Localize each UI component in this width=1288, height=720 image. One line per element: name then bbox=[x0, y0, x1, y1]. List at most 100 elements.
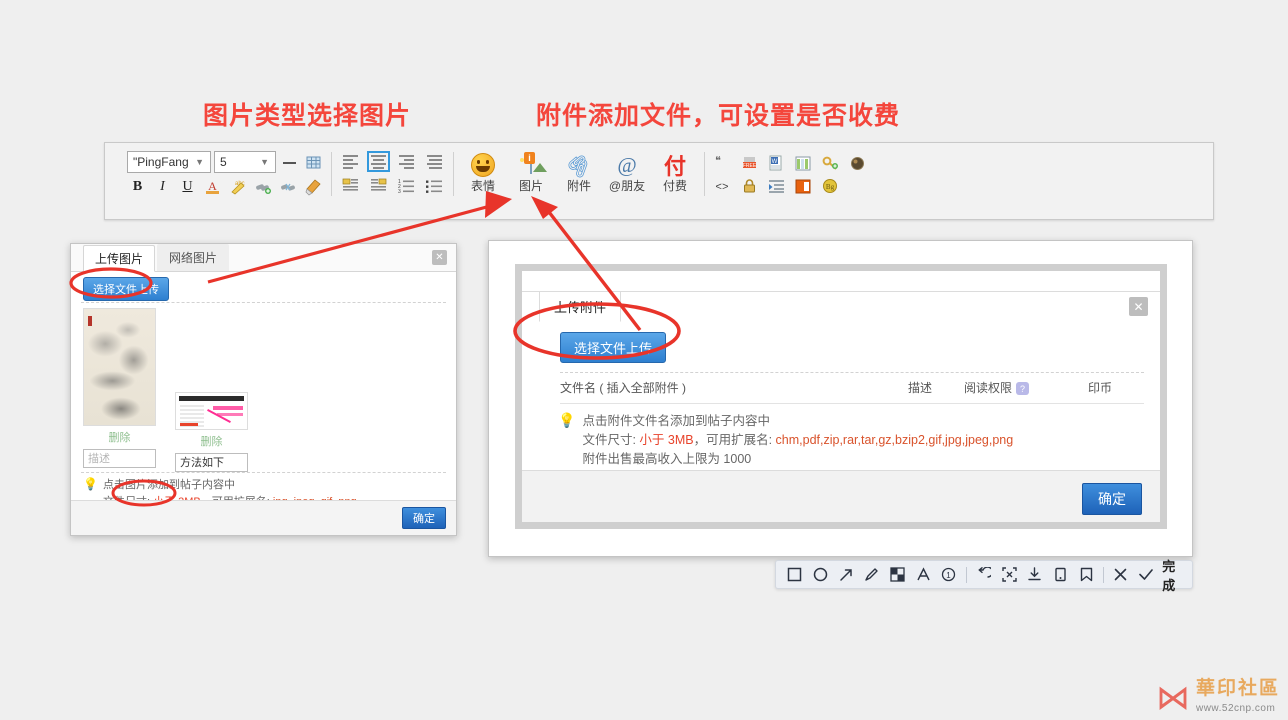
delete-link[interactable]: 删除 bbox=[83, 429, 156, 445]
watermark: ⋈ 華印社區 www.52cnp.com bbox=[1156, 679, 1280, 716]
unlink-icon[interactable] bbox=[277, 176, 298, 197]
close-icon[interactable]: ✕ bbox=[1129, 297, 1148, 316]
lock-icon[interactable] bbox=[739, 176, 759, 196]
image-left-icon[interactable] bbox=[339, 175, 362, 196]
hint-title: 点击图片添加到帖子内容中 bbox=[102, 479, 235, 491]
toolbar-button-image[interactable]: i 图片 bbox=[509, 152, 553, 194]
toolbar-button-mention[interactable]: @ @朋友 bbox=[605, 152, 649, 194]
free-stamp-icon[interactable]: FREE bbox=[739, 153, 759, 173]
hint-income-cap: 附件出售最高收入上限为 1000 bbox=[582, 452, 752, 466]
annotation-heading-right: 附件添加文件，可设置是否收费 bbox=[536, 102, 901, 130]
spellcheck-icon[interactable]: abc bbox=[227, 176, 248, 197]
pen-tool[interactable] bbox=[859, 561, 885, 588]
logo-icon: ⋈ bbox=[1155, 677, 1190, 718]
undo-tool[interactable] bbox=[971, 561, 997, 588]
screenshot-thumb[interactable] bbox=[175, 392, 248, 430]
confirm-button[interactable]: 确定 bbox=[402, 507, 446, 529]
table-icon[interactable] bbox=[303, 152, 324, 173]
cancel-tool[interactable] bbox=[1108, 561, 1134, 588]
underline-icon[interactable]: U bbox=[177, 176, 198, 197]
select-file-upload-button[interactable]: 选择文件上传 bbox=[560, 332, 667, 363]
select-file-upload-button[interactable]: 选择文件上传 bbox=[83, 277, 169, 301]
confirm-button[interactable]: 确定 bbox=[1082, 483, 1142, 515]
picture-badge: i bbox=[524, 152, 535, 164]
toolbar-group-align: 1 2 3 bbox=[339, 151, 446, 196]
toolbar-divider bbox=[331, 152, 332, 196]
ink-painting-thumb[interactable] bbox=[83, 308, 156, 426]
numbering-tool[interactable]: 1 bbox=[936, 561, 962, 588]
code-icon[interactable]: <> bbox=[712, 176, 732, 196]
hint-size-value: 小于 3MB bbox=[639, 433, 694, 447]
tab-upload-image[interactable]: 上传图片 bbox=[83, 245, 156, 272]
align-center-icon[interactable] bbox=[367, 151, 390, 172]
image-right-icon[interactable] bbox=[367, 175, 390, 196]
description-input[interactable]: 描述 bbox=[83, 449, 156, 468]
picture-icon: i bbox=[520, 152, 547, 174]
hint-mid: ，可用扩展名: bbox=[693, 433, 776, 447]
toolbar-group-extra: ❝ FREE W <> Bg bbox=[712, 151, 867, 196]
bookmark-tool[interactable] bbox=[1073, 561, 1099, 588]
link-icon[interactable] bbox=[252, 176, 273, 197]
thumbnail-item[interactable]: 删除 方法如下 bbox=[175, 392, 248, 472]
tab-upload-attachment[interactable]: 上传附件 bbox=[539, 291, 622, 322]
rectangle-tool[interactable] bbox=[782, 561, 808, 588]
column-read-permission: 阅读权限? bbox=[964, 379, 1030, 396]
toolbar-button-emoji-label: 表情 bbox=[470, 179, 495, 193]
image-dialog-footer: 确定 bbox=[71, 500, 456, 535]
column-filename[interactable]: 文件名 ( 插入全部附件 ) bbox=[560, 379, 686, 396]
confirm-tool[interactable] bbox=[1134, 561, 1160, 588]
tab-network-image[interactable]: 网络图片 bbox=[157, 244, 230, 271]
background-icon[interactable]: Bg bbox=[820, 176, 840, 196]
question-icon[interactable]: ? bbox=[1016, 382, 1030, 396]
table-column-icon[interactable] bbox=[793, 153, 813, 173]
svg-text:Bg: Bg bbox=[826, 183, 835, 191]
toolbar-divider bbox=[965, 566, 967, 583]
align-justify-icon[interactable] bbox=[423, 151, 446, 172]
done-button[interactable]: 完成 bbox=[1159, 556, 1186, 594]
mosaic-tool[interactable] bbox=[885, 561, 911, 588]
toolbar-button-mention-label: @朋友 bbox=[608, 179, 646, 193]
italic-icon[interactable]: I bbox=[152, 176, 173, 197]
ball-icon[interactable] bbox=[847, 153, 867, 173]
font-family-select[interactable]: "PingFang ▼ bbox=[127, 151, 211, 173]
ellipse-tool[interactable] bbox=[808, 561, 834, 588]
svg-text:A: A bbox=[208, 179, 217, 193]
font-size-select[interactable]: 5 ▼ bbox=[214, 151, 276, 173]
svg-text:1: 1 bbox=[947, 571, 952, 580]
attachment-column-headers: 文件名 ( 插入全部附件 ) 描述 阅读权限? 印币 bbox=[560, 379, 1144, 396]
unordered-list-icon[interactable] bbox=[423, 175, 446, 196]
watermark-url: www.52cnp.com bbox=[1195, 703, 1276, 715]
toolbar-button-paid-label: 付费 bbox=[662, 179, 687, 193]
toolbar-button-paid[interactable]: 付 付费 bbox=[653, 152, 697, 194]
description-input[interactable]: 方法如下 bbox=[175, 453, 248, 472]
pin-tool[interactable] bbox=[1048, 561, 1074, 588]
indent-icon[interactable] bbox=[766, 176, 786, 196]
clear-format-icon[interactable] bbox=[302, 176, 323, 197]
fu-icon: 付 bbox=[663, 154, 686, 179]
toolbar-button-attachment[interactable]: 🖇 附件 bbox=[557, 149, 601, 194]
bold-icon[interactable]: B bbox=[127, 176, 148, 197]
align-left-icon[interactable] bbox=[339, 151, 362, 172]
attachment-separator-top bbox=[560, 372, 1144, 373]
color-panel-icon[interactable] bbox=[793, 176, 813, 196]
text-color-icon[interactable]: A bbox=[202, 176, 223, 197]
horizontal-rule-icon[interactable] bbox=[279, 152, 300, 173]
download-tool[interactable] bbox=[1022, 561, 1048, 588]
align-right-icon[interactable] bbox=[395, 151, 418, 172]
ordered-list-icon[interactable]: 1 2 3 bbox=[395, 175, 418, 196]
quote-icon[interactable]: ❝ bbox=[712, 153, 732, 173]
thumbnail-item[interactable]: 删除 描述 bbox=[83, 308, 156, 468]
arrow-tool[interactable] bbox=[833, 561, 859, 588]
key-icon[interactable] bbox=[820, 153, 840, 173]
hint-title: 点击附件文件名添加到帖子内容中 bbox=[582, 414, 770, 428]
text-tool[interactable] bbox=[910, 561, 936, 588]
close-icon[interactable]: ✕ bbox=[432, 250, 447, 265]
column-coin: 印币 bbox=[1088, 381, 1113, 395]
delete-link[interactable]: 删除 bbox=[175, 433, 248, 449]
hint-size-prefix: 文件尺寸: bbox=[582, 433, 640, 447]
word-doc-icon[interactable]: W bbox=[766, 153, 786, 173]
chevron-down-icon: ▼ bbox=[260, 157, 269, 167]
toolbar-group-font: "PingFang ▼ 5 ▼ B I U A bbox=[127, 151, 324, 197]
toolbar-button-emoji[interactable]: 表情 bbox=[461, 152, 505, 194]
ocr-tool[interactable] bbox=[996, 561, 1022, 588]
